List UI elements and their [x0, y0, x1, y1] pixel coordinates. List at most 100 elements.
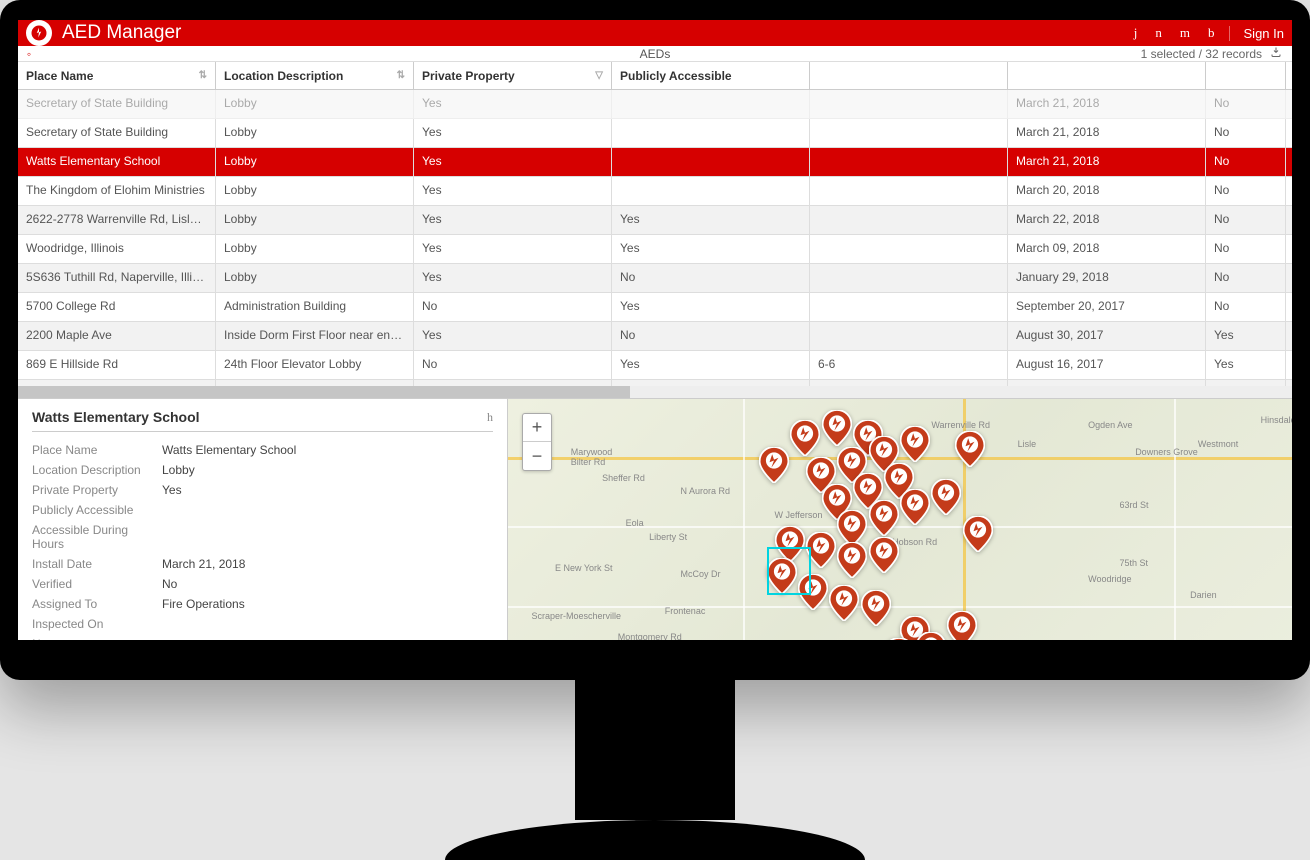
table-row[interactable]: Woodridge, IllinoisLobbyYesYesMarch 09, … — [18, 235, 1292, 264]
column-header-private[interactable]: Private Property▽ — [414, 62, 612, 89]
header-icon-n[interactable]: n — [1155, 25, 1162, 41]
table-cell: The Kingdom of Elohim Ministries — [18, 177, 216, 205]
table-cell: Lobby — [216, 264, 414, 292]
zoom-out-button[interactable]: − — [523, 442, 551, 470]
table-cell: Administration Building — [216, 293, 414, 321]
aed-pin-icon[interactable] — [884, 638, 914, 641]
aed-pin-icon[interactable] — [900, 426, 930, 462]
sort-icon[interactable]: ⇅ — [397, 70, 405, 81]
table-cell: Inside Dorm First Floor near enterence — [216, 322, 414, 350]
aed-pin-icon[interactable] — [837, 542, 867, 578]
detail-label: Inspected On — [32, 617, 162, 631]
table-row[interactable]: Secretary of State BuildingLobbyYesMarch… — [18, 90, 1292, 119]
column-header-public[interactable]: Publicly Accessible — [612, 62, 810, 89]
column-header-date[interactable] — [1008, 62, 1206, 89]
table-cell: Yes — [414, 90, 612, 118]
table-cell: Yes — [414, 322, 612, 350]
monitor-base — [445, 820, 865, 860]
edit-icon[interactable]: h — [487, 410, 493, 425]
table-cell: March 09, 2018 — [1008, 235, 1206, 263]
aed-pin-icon[interactable] — [955, 431, 985, 467]
table-row[interactable]: Watts Elementary SchoolLobbyYesMarch 21,… — [18, 148, 1292, 177]
aed-pin-icon[interactable] — [931, 479, 961, 515]
aed-pin-icon[interactable] — [963, 516, 993, 552]
aed-pin-icon[interactable] — [869, 537, 899, 573]
filter-icon[interactable]: ▽ — [595, 70, 603, 81]
table-body[interactable]: Secretary of State BuildingLobbyYesMarch… — [18, 90, 1292, 386]
table-row[interactable]: 2622-2778 Warrenville Rd, Lisle, Illinoi… — [18, 206, 1292, 235]
aed-pin-icon[interactable] — [790, 420, 820, 456]
table-row[interactable]: The Kingdom of Elohim MinistriesLobbyYes… — [18, 177, 1292, 206]
header-icon-m[interactable]: m — [1180, 25, 1190, 41]
column-header-place[interactable]: Place Name⇅ — [18, 62, 216, 89]
map-road — [1174, 399, 1176, 640]
aed-pin-icon[interactable] — [861, 590, 891, 626]
sort-icon[interactable]: ⇅ — [199, 70, 207, 81]
aed-pin-icon[interactable] — [869, 500, 899, 536]
map-label: 63rd St — [1120, 500, 1149, 510]
table-cell: 5S636 Tuthill Rd, Naperville, Illinois, … — [18, 264, 216, 292]
app-title: AED Manager — [62, 22, 1134, 44]
table-cell: Lobby — [216, 177, 414, 205]
map-label: Ogden Ave — [1088, 420, 1132, 430]
table-cell — [612, 119, 810, 147]
table-cell: January 29, 2018 — [1008, 264, 1206, 292]
download-icon[interactable] — [1270, 46, 1282, 61]
detail-label: Assigned To — [32, 597, 162, 611]
table-row[interactable]: Secretary of State BuildingLobbyYesMarch… — [18, 119, 1292, 148]
table-cell: March 20, 2018 — [1008, 177, 1206, 205]
aed-pin-icon[interactable] — [900, 489, 930, 525]
table-cell: 5700 College Rd — [18, 293, 216, 321]
table-cell: 2200 Maple Ave — [18, 322, 216, 350]
table-cell: Watts Elementary School — [18, 148, 216, 176]
map-label: Bilter Rd — [571, 457, 606, 467]
aed-pin-icon[interactable] — [759, 447, 789, 483]
aed-pin-icon[interactable] — [916, 632, 946, 640]
scrollbar-thumb[interactable] — [18, 386, 630, 398]
subheader-title: AEDs — [640, 47, 671, 61]
table-cell: No — [1206, 206, 1286, 234]
detail-label: Verified — [32, 577, 162, 591]
bottom-pane: Watts Elementary School h Place NameWatt… — [18, 398, 1292, 640]
detail-row: Accessible During Hours — [32, 520, 493, 554]
column-header-verified[interactable] — [1206, 62, 1286, 89]
map-label: Eola — [626, 518, 644, 528]
aed-pin-icon[interactable] — [947, 611, 977, 640]
map-label: 75th St — [1120, 558, 1149, 568]
aed-pin-icon[interactable] — [822, 410, 852, 446]
sign-in-button[interactable]: Sign In — [1229, 26, 1284, 41]
table-cell — [810, 148, 1008, 176]
aed-pin-icon[interactable] — [829, 585, 859, 621]
table-row[interactable]: 2200 Maple AveInside Dorm First Floor ne… — [18, 322, 1292, 351]
map-pane[interactable]: ⋮ MarywoodEolaFrontenacScraper-Moescherv… — [508, 399, 1292, 640]
column-header-location[interactable]: Location Description⇅ — [216, 62, 414, 89]
table-cell: 869 E Hillside Rd — [18, 351, 216, 379]
table-cell: March 22, 2018 — [1008, 206, 1206, 234]
table-cell: Lobby — [216, 206, 414, 234]
detail-row: Name — [32, 634, 493, 640]
detail-label: Location Description — [32, 463, 162, 477]
table-cell: Secretary of State Building — [18, 119, 216, 147]
horizontal-scrollbar[interactable] — [18, 386, 1292, 398]
table-cell — [810, 119, 1008, 147]
records-count: 1 selected / 32 records — [1141, 47, 1262, 61]
header-icon-b[interactable]: b — [1208, 25, 1215, 41]
column-header-hours[interactable] — [810, 62, 1008, 89]
back-icon[interactable]: ◦ — [18, 47, 40, 61]
table-cell: Yes — [1206, 351, 1286, 379]
table-cell: August 03, 2017 — [1008, 380, 1206, 386]
detail-pane: Watts Elementary School h Place NameWatt… — [18, 399, 508, 640]
detail-value: Lobby — [162, 463, 195, 477]
table-cell: Yes — [414, 206, 612, 234]
aed-pin-icon[interactable] — [837, 510, 867, 546]
map-label: Darien — [1190, 590, 1217, 600]
table-row[interactable]: 5700 College RdAdministration BuildingNo… — [18, 293, 1292, 322]
table-row[interactable]: 869 E Hillside Rd24th Floor Elevator Lob… — [18, 351, 1292, 380]
app-logo-icon — [26, 20, 52, 46]
table-row[interactable]: 5S636 Tuthill Rd, Naperville, Illinois, … — [18, 264, 1292, 293]
header-icon-j[interactable]: j — [1134, 25, 1138, 41]
map-label: Liberty St — [649, 532, 687, 542]
table-cell: Secretary of State Building — [18, 90, 216, 118]
zoom-in-button[interactable]: + — [523, 414, 551, 442]
detail-label: Private Property — [32, 483, 162, 497]
